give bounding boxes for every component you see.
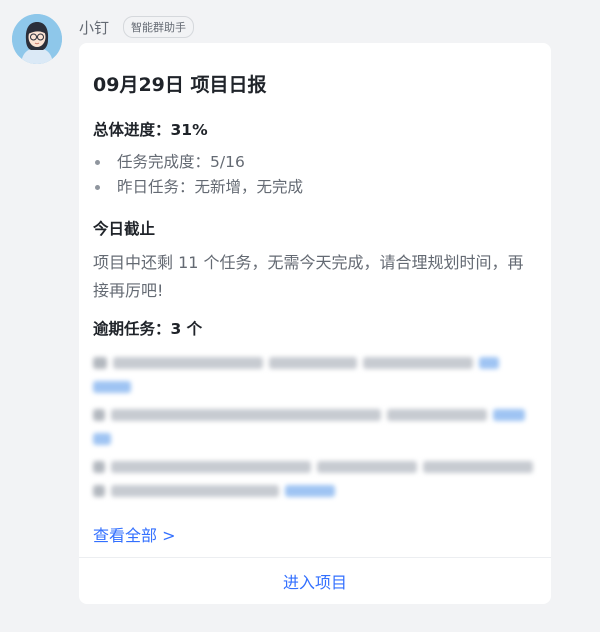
list-item: 昨日任务：无新增，无完成 [93, 175, 303, 200]
overdue-task-link[interactable] [93, 482, 341, 500]
project-daily-report-card: 09月29日 项目日报 总体进度：31% 任务完成度：5/16 昨日任务：无新增… [79, 43, 551, 604]
overdue-task-link[interactable] [93, 430, 117, 448]
overdue-task-item[interactable] [93, 354, 505, 372]
progress-bullet-list: 任务完成度：5/16 昨日任务：无新增，无完成 [93, 150, 303, 200]
sender-header: 小钉 智能群助手 [79, 16, 195, 38]
progress-heading: 总体进度：31% [93, 121, 208, 139]
card-title: 09月29日 项目日报 [93, 74, 267, 96]
today-deadline-text: 项目中还剩 11 个任务，无需今天完成，请合理规划时间，再接再厉吧! [93, 253, 524, 300]
avatar-icon [12, 14, 62, 64]
list-item: 任务完成度：5/16 [93, 150, 303, 175]
today-deadline-heading: 今日截止 [93, 220, 156, 238]
overdue-heading: 逾期任务：3 个 [93, 320, 203, 338]
assistant-avatar[interactable] [12, 14, 62, 64]
enter-project-button[interactable]: 进入项目 [79, 558, 551, 604]
view-all-link[interactable]: 查看全部 > [93, 522, 176, 546]
bot-tag-badge: 智能群助手 [123, 16, 195, 38]
sender-name[interactable]: 小钉 [79, 17, 109, 38]
overdue-task-link[interactable] [93, 378, 137, 396]
overdue-task-item[interactable] [93, 406, 531, 424]
overdue-task-item[interactable] [93, 458, 539, 476]
